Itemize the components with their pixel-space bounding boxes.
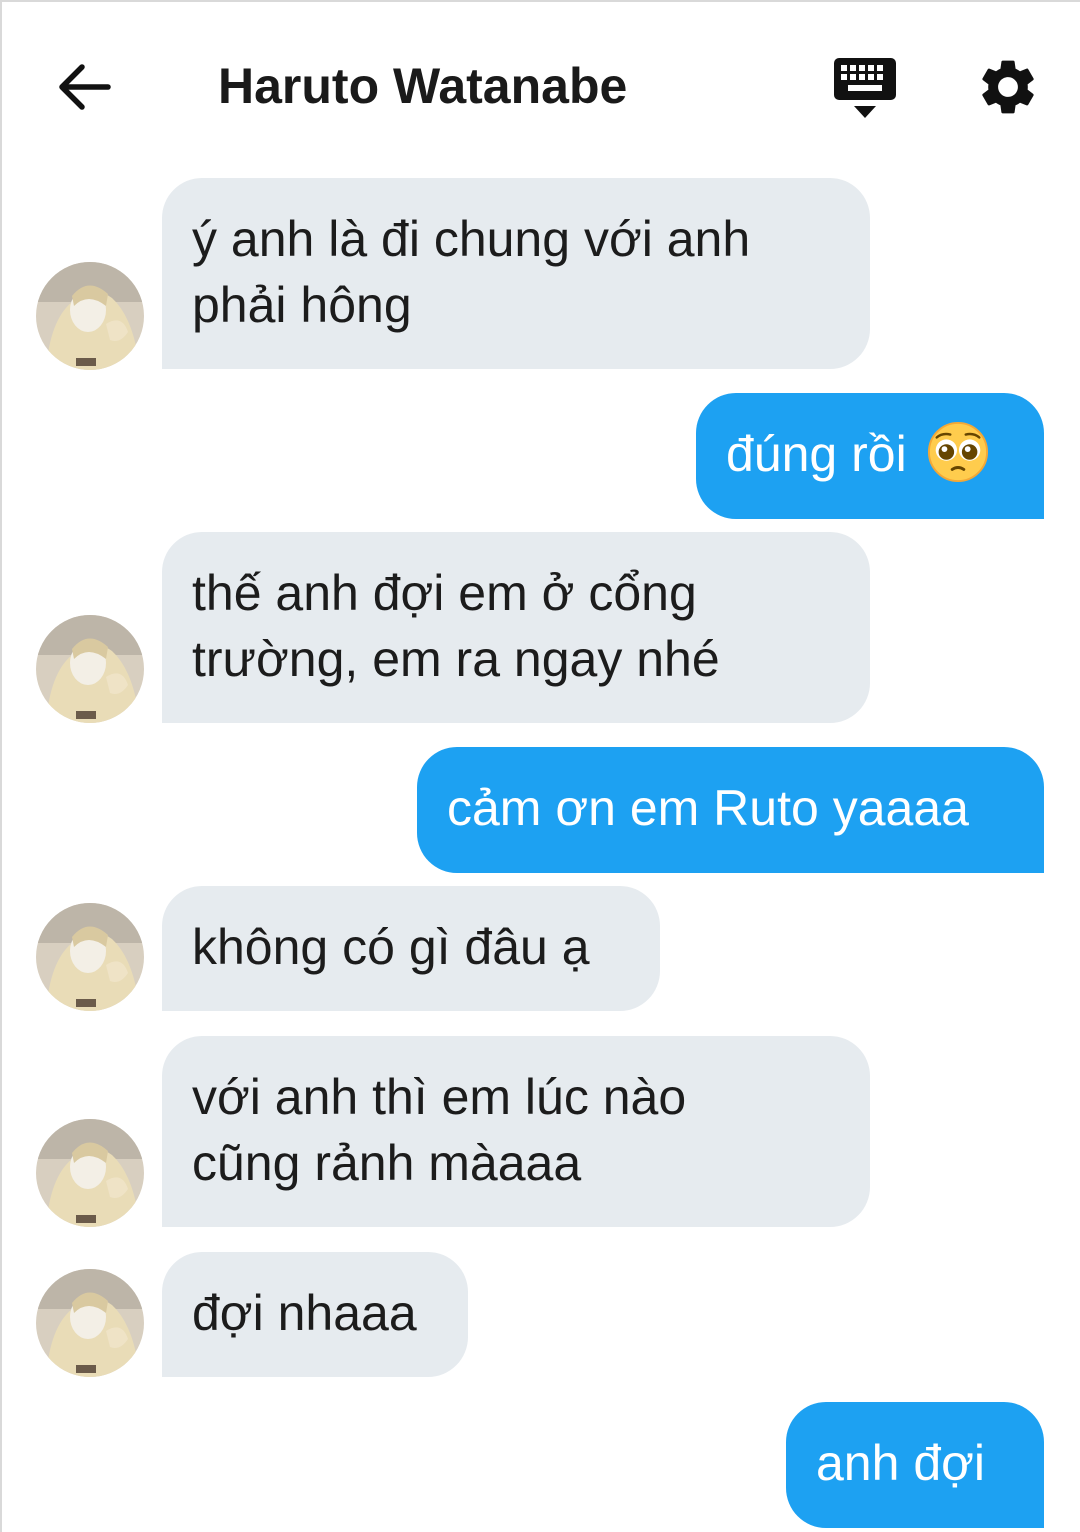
message-text: không có gì đâu ạ <box>192 919 590 975</box>
contact-avatar[interactable] <box>36 903 144 1011</box>
message-text-line: phải hông <box>192 277 412 333</box>
message-bubble-incoming[interactable]: với anh thì em lúc nào cũng rảnh màaaa <box>162 1036 870 1227</box>
chat-header: Haruto Watanabe <box>0 0 1080 170</box>
message-bubble-incoming[interactable]: đợi nhaaa <box>162 1252 468 1377</box>
message-text-line: ý anh là đi chung với anh <box>192 211 751 267</box>
chat-title: Haruto Watanabe <box>218 58 628 114</box>
gear-icon <box>982 60 1034 114</box>
back-button[interactable] <box>52 55 116 119</box>
contact-avatar[interactable] <box>36 1119 144 1227</box>
message-text: đợi nhaaa <box>192 1285 417 1341</box>
message-text-line: với anh thì em lúc nào <box>192 1069 687 1125</box>
message-bubble-incoming[interactable]: thế anh đợi em ở cổng trường, em ra ngay… <box>162 532 870 723</box>
message-text-line: trường, em ra ngay nhé <box>192 631 720 687</box>
message-bubble-outgoing[interactable]: cảm ơn em Ruto yaaaa <box>417 747 1044 873</box>
message-bubble-incoming[interactable]: không có gì đâu ạ <box>162 886 660 1011</box>
contact-avatar[interactable] <box>36 1269 144 1377</box>
message-text: cảm ơn em Ruto yaaaa <box>447 780 969 836</box>
contact-avatar[interactable] <box>36 615 144 723</box>
settings-button[interactable] <box>975 54 1041 120</box>
pleading-face-emoji-icon <box>927 421 988 483</box>
contact-avatar[interactable] <box>36 262 144 370</box>
message-bubble-incoming[interactable]: ý anh là đi chung với anh phải hông <box>162 178 870 369</box>
arrow-left-icon <box>59 64 111 110</box>
message-text: anh đợi <box>816 1435 986 1491</box>
keyboard-icon <box>834 58 896 118</box>
keyboard-button[interactable] <box>830 54 900 124</box>
message-text: đúng rồi <box>726 426 907 482</box>
message-text-line: cũng rảnh màaaa <box>192 1135 582 1191</box>
message-text-line: thế anh đợi em ở cổng <box>192 565 697 621</box>
message-bubble-outgoing[interactable]: đúng rồi <box>696 393 1044 519</box>
message-bubble-outgoing[interactable]: anh đợi <box>786 1402 1044 1528</box>
